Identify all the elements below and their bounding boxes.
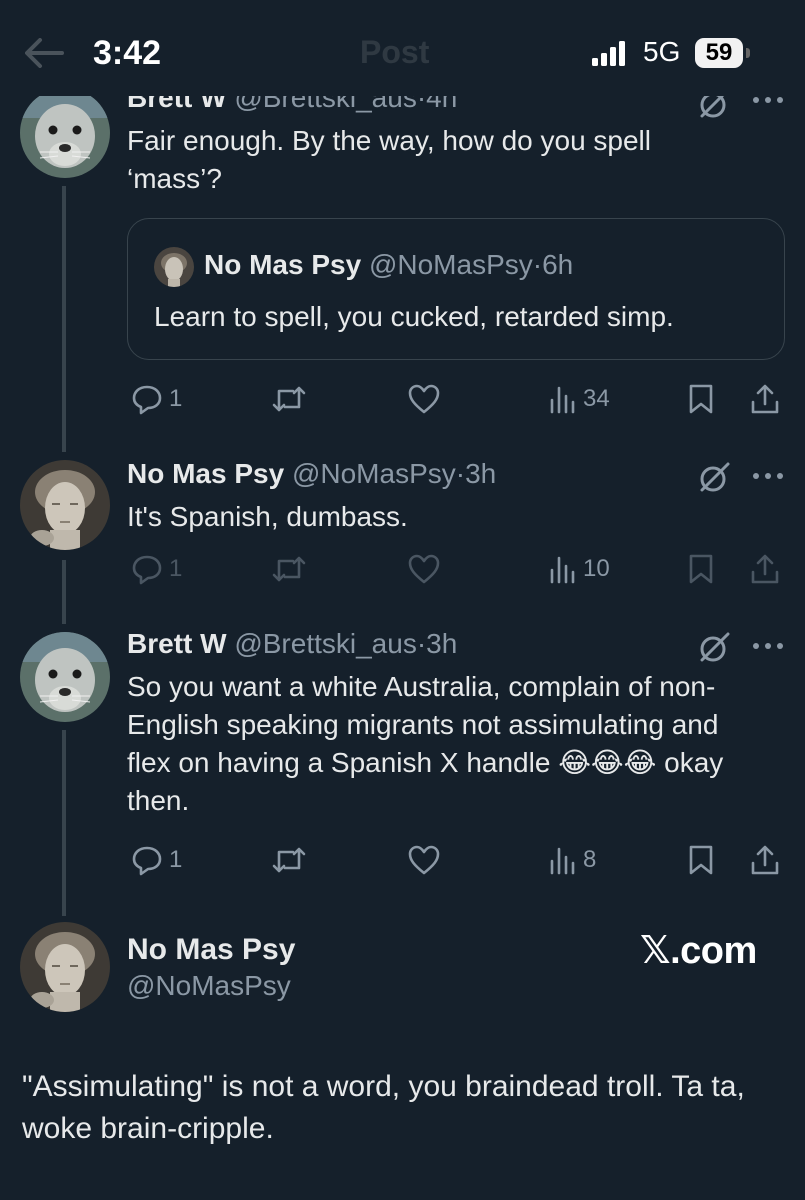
post-text: "Assimulating" is not a word, you braind… — [22, 1070, 745, 1145]
retweet-icon — [272, 386, 306, 412]
more-icon[interactable] — [750, 640, 786, 652]
thread-line — [62, 730, 66, 916]
avatar[interactable] — [20, 460, 110, 550]
thread-line — [62, 560, 66, 624]
share-icon — [751, 384, 779, 414]
avatar[interactable] — [20, 88, 110, 178]
grok-icon[interactable] — [698, 460, 732, 494]
handle: @NoMasPsy — [368, 249, 533, 280]
views-button[interactable]: 10 — [547, 549, 610, 589]
timestamp[interactable]: 3h — [426, 628, 457, 659]
timestamp: 6h — [542, 249, 574, 280]
tweet-text: It's Spanish, dumbass. — [127, 501, 408, 532]
quoted-tweet-header: No Mas Psy @NoMasPsy·6h — [204, 249, 573, 281]
like-button[interactable] — [407, 379, 441, 419]
share-icon — [751, 845, 779, 875]
handle[interactable]: @NoMasPsy — [292, 458, 456, 489]
reply-button[interactable]: 1 — [131, 379, 182, 419]
separator-dot: · — [416, 628, 427, 659]
quoted-tweet-text: Learn to spell, you cucked, retarded sim… — [154, 301, 674, 332]
retweet-icon — [272, 556, 306, 582]
reply-icon — [132, 555, 162, 585]
view-count: 10 — [583, 555, 610, 582]
display-name: No Mas Psy — [204, 249, 362, 280]
action-bar: 1 8 — [127, 840, 787, 880]
views-button[interactable]: 34 — [547, 379, 610, 419]
retweet-icon — [272, 847, 306, 873]
grok-icon[interactable] — [698, 630, 732, 664]
thread-line — [62, 186, 66, 452]
battery-indicator: 59 — [695, 38, 743, 68]
view-count: 34 — [583, 385, 610, 412]
share-button[interactable] — [749, 840, 781, 880]
handle[interactable]: @Brettski_aus — [234, 628, 417, 659]
handle[interactable]: @NoMasPsy — [127, 970, 291, 1002]
tweet-header: No Mas Psy @NoMasPsy·3h — [127, 458, 496, 490]
retweet-button[interactable] — [271, 549, 307, 589]
views-icon — [550, 556, 575, 584]
quoted-tweet[interactable]: No Mas Psy @NoMasPsy·6h Learn to spell, … — [127, 218, 785, 360]
tweet-text: Fair enough. By the way, how do you spel… — [127, 125, 652, 194]
like-button[interactable] — [407, 840, 441, 880]
views-icon — [550, 847, 575, 875]
bookmark-button[interactable] — [687, 379, 715, 419]
reply-count: 1 — [169, 846, 183, 873]
tweet-text: So you want a white Australia, complain … — [127, 671, 724, 816]
signal-icon — [592, 41, 625, 66]
timestamp[interactable]: 3h — [465, 458, 496, 489]
avatar[interactable] — [20, 632, 110, 722]
views-button[interactable]: 8 — [547, 840, 596, 880]
like-icon — [408, 845, 440, 875]
share-button[interactable] — [749, 379, 781, 419]
reply-icon — [132, 846, 162, 876]
bookmark-icon — [689, 845, 713, 875]
like-icon — [408, 384, 440, 414]
reply-count: 1 — [169, 385, 183, 412]
like-button[interactable] — [407, 549, 441, 589]
bookmark-button[interactable] — [687, 840, 715, 880]
action-bar: 1 34 — [127, 379, 787, 419]
more-icon[interactable] — [750, 470, 786, 482]
back-arrow-icon[interactable] — [22, 36, 64, 70]
avatar[interactable] — [20, 922, 110, 1012]
view-count: 8 — [583, 846, 597, 873]
retweet-button[interactable] — [271, 840, 307, 880]
network-type: 5G — [643, 36, 681, 67]
page-title: Post — [360, 34, 430, 70]
display-name[interactable]: No Mas Psy — [127, 458, 284, 489]
display-name[interactable]: No Mas Psy — [127, 933, 295, 967]
bookmark-button[interactable] — [687, 549, 715, 589]
battery-tip — [746, 48, 750, 58]
x-com-logo: 𝕏.com — [640, 930, 757, 972]
views-icon — [550, 386, 575, 414]
bookmark-icon — [689, 554, 713, 584]
retweet-button[interactable] — [271, 379, 307, 419]
like-icon — [408, 554, 440, 584]
reply-button[interactable]: 1 — [131, 549, 182, 589]
separator-dot: · — [532, 249, 543, 280]
action-bar: 1 10 — [127, 549, 787, 589]
share-icon — [751, 554, 779, 584]
status-bar: Post 3:42 5G 59 — [0, 0, 805, 96]
clock: 3:42 — [93, 34, 162, 72]
reply-count: 1 — [169, 555, 183, 582]
display-name[interactable]: Brett W — [127, 628, 227, 659]
bookmark-icon — [689, 384, 713, 414]
separator-dot: · — [455, 458, 466, 489]
share-button[interactable] — [749, 549, 781, 589]
tweet-header: Brett W @Brettski_aus·3h — [127, 628, 457, 660]
reply-button[interactable]: 1 — [131, 840, 182, 880]
avatar — [154, 247, 194, 287]
reply-icon — [132, 385, 162, 415]
